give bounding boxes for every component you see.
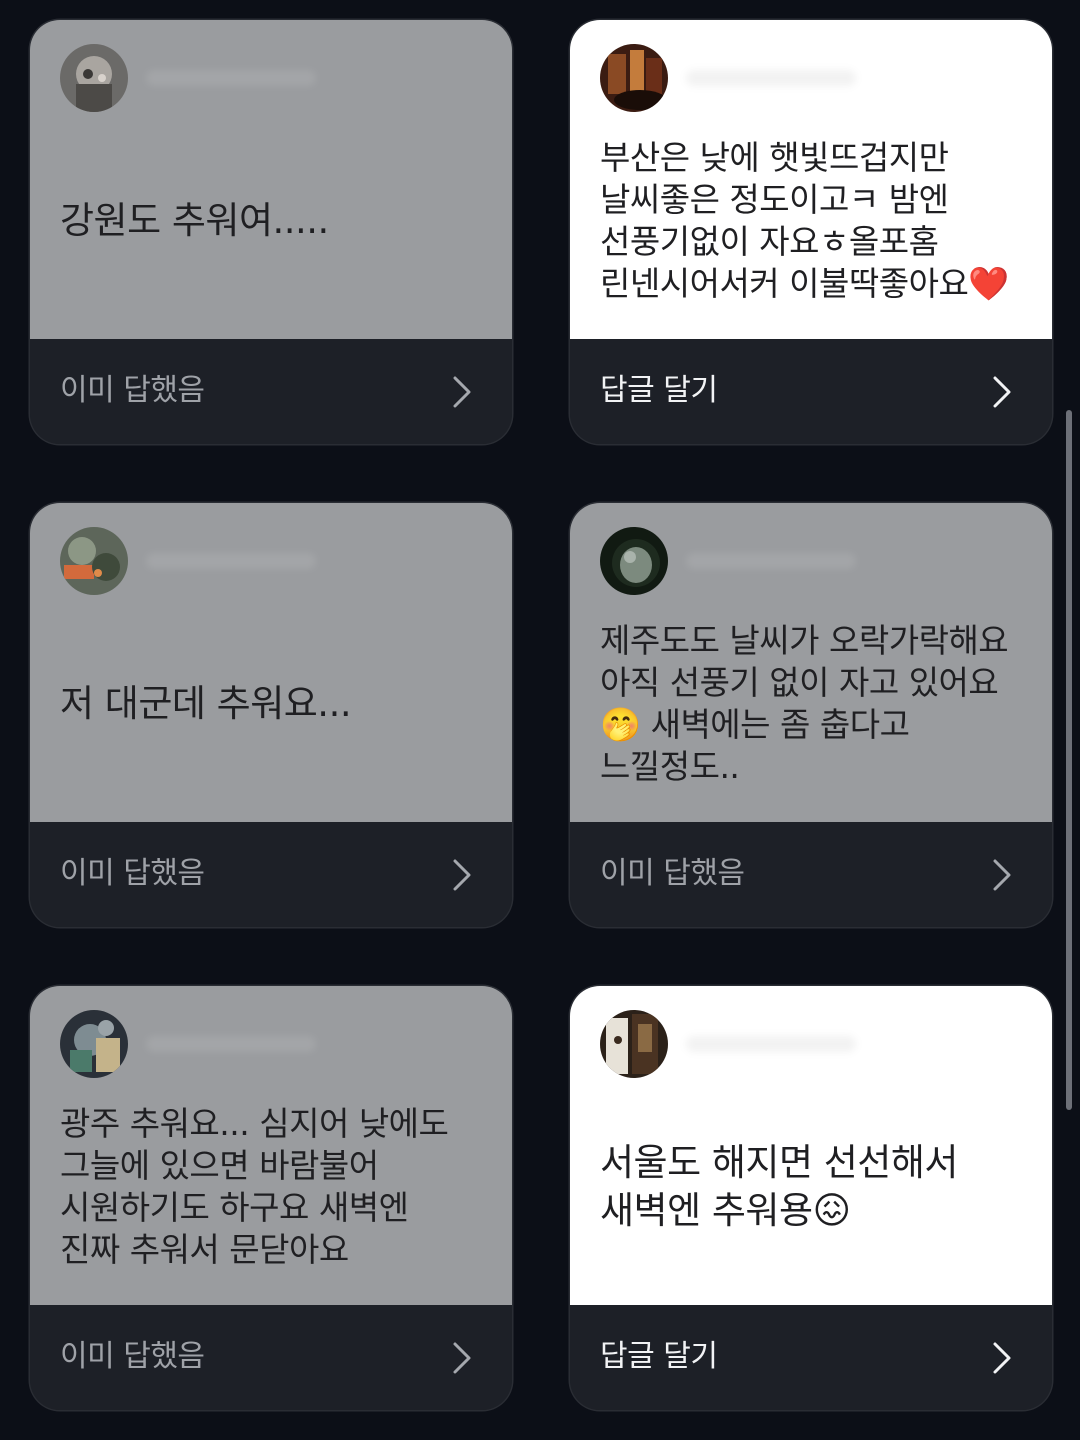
action-label: 답글 달기 (600, 1339, 718, 1374)
response-card-body: 부산은 낮에 햇빛뜨겁지만 날씨좋은 정도이고ㅋ 밤엔 선풍기없이 자요ㅎ올포홈… (570, 20, 1052, 339)
response-message: 부산은 낮에 햇빛뜨겁지만 날씨좋은 정도이고ㅋ 밤엔 선풍기없이 자요ㅎ올포홈… (600, 116, 1028, 325)
username-blurred (686, 70, 856, 86)
username-blurred (686, 1036, 856, 1052)
chevron-right-icon (453, 376, 471, 408)
avatar (60, 44, 128, 112)
chevron-right-icon (993, 376, 1011, 408)
response-card[interactable]: 광주 추워요... 심지어 낮에도 그늘에 있으면 바람불어 시원하기도 하구요… (30, 986, 512, 1410)
action-label: 이미 답했음 (60, 373, 205, 408)
response-card[interactable]: 강원도 추워여..... 이미 답했음 (30, 20, 512, 444)
reply-button[interactable]: 답글 달기 (570, 339, 1052, 444)
response-card-body: 제주도도 날씨가 오락가락해요 아직 선풍기 없이 자고 있어요 🤭 새벽에는 … (570, 503, 1052, 822)
response-message: 광주 추워요... 심지어 낮에도 그늘에 있으면 바람불어 시원하기도 하구요… (60, 1103, 449, 1269)
response-card-body: 광주 추워요... 심지어 낮에도 그늘에 있으면 바람불어 시원하기도 하구요… (30, 986, 512, 1305)
reply-button[interactable]: 답글 달기 (570, 1305, 1052, 1410)
answered-button[interactable]: 이미 답했음 (570, 822, 1052, 927)
response-message-text: 부산은 낮에 햇빛뜨겁지만 날씨좋은 정도이고ㅋ 밤엔 선풍기없이 자요ㅎ올포홈… (600, 137, 969, 303)
response-card[interactable]: 부산은 낮에 햇빛뜨겁지만 날씨좋은 정도이고ㅋ 밤엔 선풍기없이 자요ㅎ올포홈… (570, 20, 1052, 444)
avatar (600, 44, 668, 112)
chevron-right-icon (993, 1342, 1011, 1374)
username-blurred (146, 1036, 316, 1052)
scrollbar[interactable] (1066, 410, 1072, 1110)
username-blurred (686, 553, 856, 569)
answered-button[interactable]: 이미 답했음 (30, 1305, 512, 1410)
response-message: 저 대군데 추워요... (60, 681, 352, 725)
answered-button[interactable]: 이미 답했음 (30, 822, 512, 927)
question-response-grid: 강원도 추워여..... 이미 답했음 부산은 낮에 햇빛뜨겁지만 날씨좋은 정… (0, 0, 1080, 1440)
chevron-right-icon (453, 859, 471, 891)
response-card-body: 서울도 해지면 선선해서 새벽엔 추워용😖 (570, 986, 1052, 1305)
action-label: 이미 답했음 (60, 856, 205, 891)
response-card[interactable]: 서울도 해지면 선선해서 새벽엔 추워용😖 답글 달기 (570, 986, 1052, 1410)
response-message: 제주도도 날씨가 오락가락해요 아직 선풍기 없이 자고 있어요 🤭 새벽에는 … (600, 620, 1009, 786)
avatar (60, 527, 128, 595)
response-card[interactable]: 제주도도 날씨가 오락가락해요 아직 선풍기 없이 자고 있어요 🤭 새벽에는 … (570, 503, 1052, 927)
avatar (600, 527, 668, 595)
response-card-body: 저 대군데 추워요... (30, 503, 512, 822)
chevron-right-icon (993, 859, 1011, 891)
action-label: 답글 달기 (600, 373, 718, 408)
response-card-body: 강원도 추워여..... (30, 20, 512, 339)
chevron-right-icon (453, 1342, 471, 1374)
avatar (60, 1010, 128, 1078)
response-message: 강원도 추워여..... (60, 198, 329, 242)
avatar (600, 1010, 668, 1078)
username-blurred (146, 70, 316, 86)
response-message: 서울도 해지면 선선해서 새벽엔 추워용😖 (600, 1140, 958, 1232)
heart-emoji: ❤️ (968, 263, 1009, 303)
action-label: 이미 답했음 (60, 1339, 205, 1374)
response-card[interactable]: 저 대군데 추워요... 이미 답했음 (30, 503, 512, 927)
action-label: 이미 답했음 (600, 856, 745, 891)
username-blurred (146, 553, 316, 569)
answered-button[interactable]: 이미 답했음 (30, 339, 512, 444)
